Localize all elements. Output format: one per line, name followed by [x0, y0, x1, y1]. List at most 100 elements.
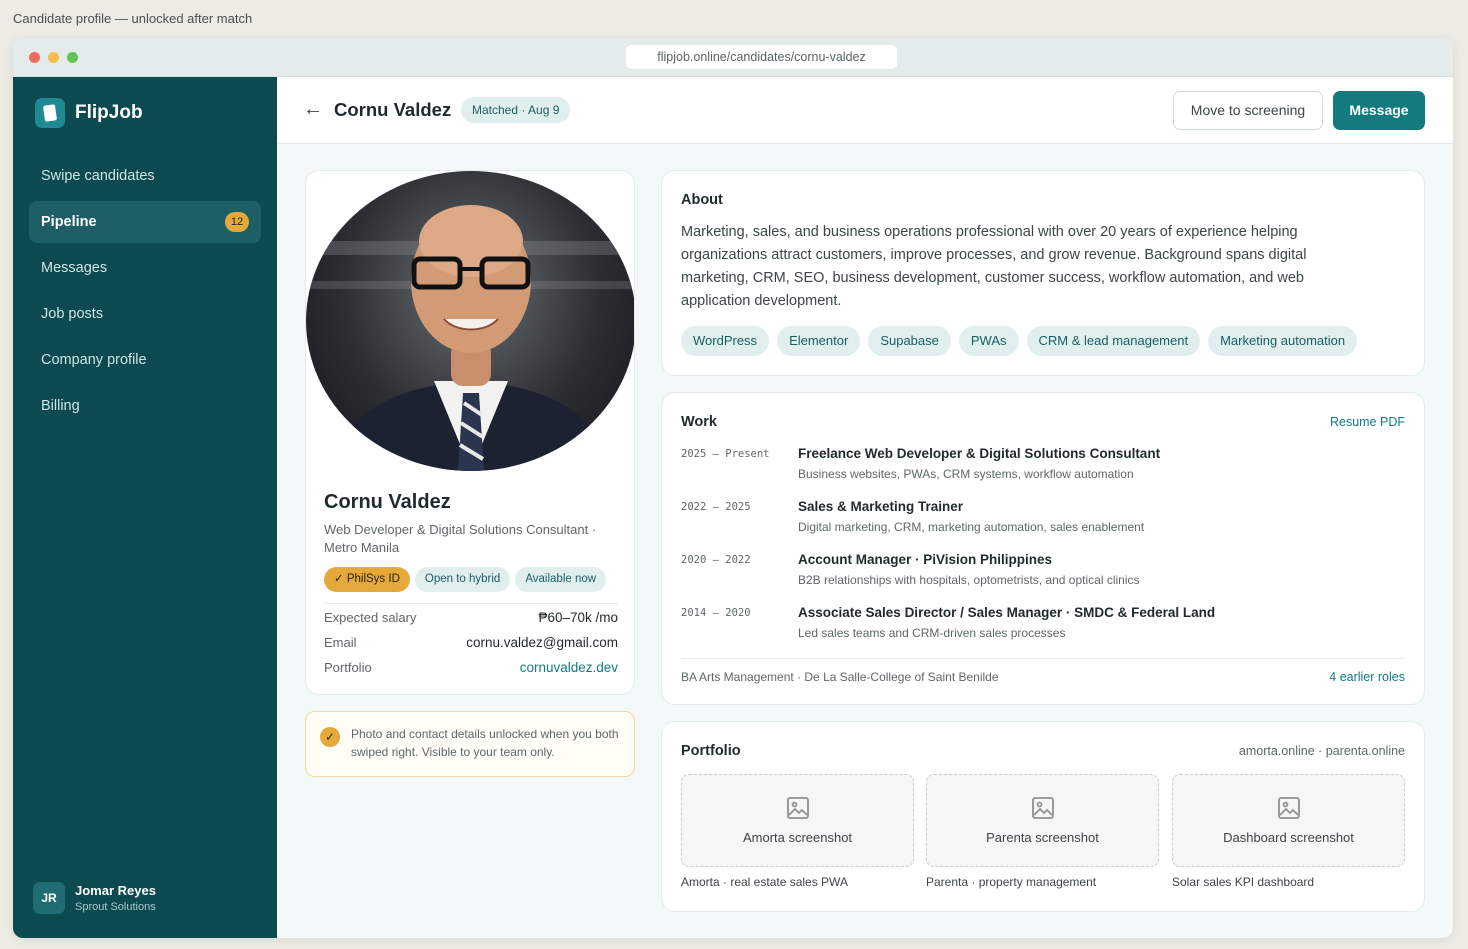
- portfolio-screenshot[interactable]: Amorta screenshot: [681, 774, 914, 867]
- email-row: Email cornu.valdez@gmail.com: [324, 635, 618, 650]
- move-to-screening-button[interactable]: Move to screening: [1173, 91, 1323, 130]
- avatar: JR: [33, 882, 65, 914]
- email-value[interactable]: cornu.valdez@gmail.com: [466, 635, 618, 650]
- close-window-dot[interactable]: [29, 52, 40, 63]
- user-name: Jomar Reyes: [75, 883, 156, 898]
- salary-label: Expected salary: [324, 610, 417, 625]
- salary-row: Expected salary ₱60–70k /mo: [324, 610, 618, 625]
- work-description: Digital marketing, CRM, marketing automa…: [798, 520, 1145, 534]
- availability-tag: Available now: [515, 567, 607, 592]
- brand[interactable]: FlipJob: [35, 98, 143, 128]
- browser-window: flipjob.online/candidates/cornu-valdez F…: [13, 38, 1453, 938]
- sidebar-item-billing[interactable]: Billing: [29, 385, 261, 427]
- status-badge: Matched · Aug 9: [461, 97, 571, 123]
- sidebar-item-swipe-candidates[interactable]: Swipe candidates: [29, 155, 261, 197]
- skill-chip: Marketing automation: [1208, 326, 1358, 356]
- address-bar[interactable]: flipjob.online/candidates/cornu-valdez: [626, 45, 897, 69]
- screenshot-label: Amorta screenshot: [742, 830, 853, 845]
- work-dates: 2020 – 2022: [681, 554, 751, 566]
- education: BA Arts Management · De La Salle-College…: [681, 670, 999, 684]
- image-icon: [787, 797, 809, 819]
- portfolio-sites: amorta.online · parenta.online: [1238, 744, 1405, 758]
- sidebar-item-messages[interactable]: Messages: [29, 247, 261, 289]
- sidebar-item-company-profile[interactable]: Company profile: [29, 339, 261, 381]
- portfolio-screenshot[interactable]: Dashboard screenshot: [1172, 774, 1405, 867]
- skill-chip: WordPress: [681, 326, 770, 356]
- work-role: Account Manager · PiVision Philippines: [798, 552, 1053, 567]
- sidebar-item-label: Messages: [41, 260, 108, 276]
- candidate-tags: ✓ PhilSys ID Open to hybrid Available no…: [324, 567, 607, 592]
- skills-list: WordPress Elementor Supabase PWAs CRM & …: [681, 326, 1358, 356]
- work-dates: 2025 – Present: [681, 448, 770, 460]
- sidebar-nav: Swipe candidates Pipeline 12 Messages Jo…: [29, 155, 261, 431]
- work-role: Freelance Web Developer & Digital Soluti…: [798, 446, 1161, 461]
- message-button[interactable]: Message: [1333, 91, 1425, 130]
- resume-pdf-link[interactable]: Resume PDF: [1330, 415, 1405, 429]
- check-icon: ✓: [320, 727, 340, 747]
- earlier-roles-link[interactable]: 4 earlier roles: [1329, 670, 1405, 684]
- unlock-notice: ✓ Photo and contact details unlocked whe…: [305, 711, 635, 777]
- skill-chip: Supabase: [868, 326, 951, 356]
- current-user[interactable]: JR Jomar Reyes Sprout Solutions: [33, 882, 156, 914]
- pipeline-count-badge: 12: [225, 212, 249, 232]
- screenshot-caption: Parenta · property management: [926, 875, 1097, 889]
- divider: [681, 658, 1405, 659]
- browser-titlebar: flipjob.online/candidates/cornu-valdez: [13, 38, 1453, 77]
- image-icon: [1278, 797, 1300, 819]
- brand-name: FlipJob: [75, 102, 143, 123]
- work-role: Sales & Marketing Trainer: [798, 499, 964, 514]
- skill-chip: Elementor: [777, 326, 861, 356]
- screenshot-label: Parenta screenshot: [986, 830, 1099, 845]
- notice-text: Photo and contact details unlocked when …: [351, 727, 619, 759]
- portfolio-link[interactable]: cornuvaldez.dev: [520, 660, 618, 675]
- work-description: Business websites, PWAs, CRM systems, wo…: [798, 467, 1134, 481]
- candidate-role: Web Developer & Digital Solutions Consul…: [324, 522, 597, 555]
- email-label: Email: [324, 635, 357, 650]
- profile-card: Cornu Valdez Web Developer & Digital Sol…: [305, 170, 635, 695]
- portfolio-screenshot[interactable]: Parenta screenshot: [926, 774, 1159, 867]
- screenshot-label: Dashboard screenshot: [1223, 830, 1354, 845]
- page-header: ← Cornu Valdez Matched · Aug 9 Move to s…: [277, 77, 1453, 144]
- divider: [324, 603, 618, 604]
- maximize-window-dot[interactable]: [67, 52, 78, 63]
- work-role: Associate Sales Director / Sales Manager…: [798, 605, 1216, 620]
- sidebar-item-pipeline[interactable]: Pipeline 12: [29, 201, 261, 243]
- salary-value: ₱60–70k /mo: [538, 610, 618, 625]
- sidebar-item-label: Company profile: [41, 352, 147, 368]
- about-card: About Marketing, sales, and business ope…: [661, 170, 1425, 376]
- back-arrow-icon[interactable]: ←: [303, 98, 323, 121]
- sidebar-item-label: Job posts: [41, 306, 104, 322]
- user-organization: Sprout Solutions: [75, 901, 156, 913]
- skill-chip: PWAs: [958, 326, 1019, 356]
- candidate-portrait-illustration: [306, 205, 634, 471]
- portfolio-label: Portfolio: [324, 660, 372, 675]
- philsys-verified-tag: ✓ PhilSys ID: [324, 567, 410, 592]
- page-caption: Candidate profile — unlocked after match: [13, 11, 253, 26]
- skill-chip: CRM & lead management: [1026, 326, 1201, 356]
- screenshot-caption: Amorta · real estate sales PWA: [681, 875, 848, 889]
- screenshot-caption: Solar sales KPI dashboard: [1172, 875, 1315, 889]
- work-dates: 2022 – 2025: [681, 501, 751, 513]
- minimize-window-dot[interactable]: [48, 52, 59, 63]
- sidebar-item-label: Swipe candidates: [41, 168, 155, 184]
- open-to-hybrid-tag: Open to hybrid: [414, 567, 511, 592]
- flipjob-logo-icon: [35, 98, 65, 128]
- sidebar: FlipJob Swipe candidates Pipeline 12 Mes…: [13, 77, 277, 938]
- main-content: ← Cornu Valdez Matched · Aug 9 Move to s…: [277, 77, 1453, 938]
- image-icon: [1032, 797, 1054, 819]
- about-text: Marketing, sales, and business operation…: [681, 224, 1307, 309]
- portfolio-row: Portfolio cornuvaldez.dev: [324, 660, 618, 675]
- work-title: Work: [681, 414, 717, 430]
- sidebar-item-label: Pipeline: [41, 214, 97, 230]
- work-dates: 2014 – 2020: [681, 607, 751, 619]
- portfolio-card: Portfolio amorta.online · parenta.online…: [661, 721, 1425, 912]
- work-description: B2B relationships with hospitals, optome…: [798, 573, 1140, 587]
- candidate-photo: [306, 171, 634, 471]
- sidebar-item-label: Billing: [41, 398, 80, 414]
- page-title: Cornu Valdez: [334, 99, 452, 120]
- portfolio-title: Portfolio: [681, 743, 741, 759]
- about-title: About: [681, 192, 723, 208]
- sidebar-item-job-posts[interactable]: Job posts: [29, 293, 261, 335]
- work-card: Work Resume PDF 2025 – Present Freelance…: [661, 392, 1425, 705]
- candidate-name: Cornu Valdez: [324, 491, 451, 513]
